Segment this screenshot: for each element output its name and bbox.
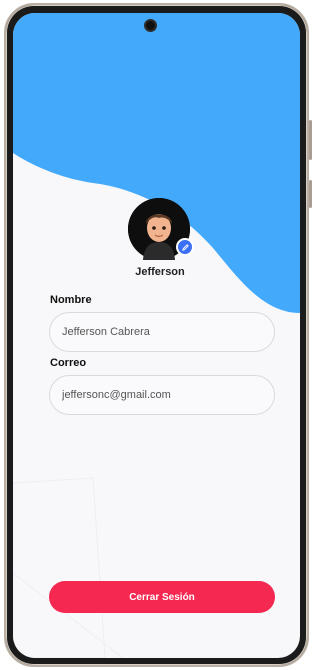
logout-button[interactable]: Cerrar Sesión [49,581,275,613]
name-label: Nombre [50,294,92,306]
front-camera [144,19,157,32]
email-label: Correo [50,357,87,369]
power-button [309,180,312,208]
edit-avatar-button[interactable] [176,238,194,256]
email-field[interactable] [49,375,275,415]
volume-button [309,120,312,160]
name-field[interactable] [49,312,275,352]
profile-display-name: Jefferson [135,266,185,278]
pencil-icon [181,243,189,251]
